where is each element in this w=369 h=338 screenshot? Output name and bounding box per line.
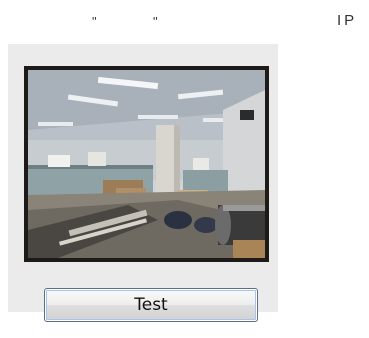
camera-preview-frame xyxy=(24,66,269,262)
camera-preview-image xyxy=(28,70,265,258)
close-quote-text: " xyxy=(153,14,159,29)
open-quote-text: " xyxy=(92,14,98,29)
camera-settings-page: " " IP Test xyxy=(0,0,369,338)
camera-preview-panel: Test xyxy=(8,44,278,322)
test-button[interactable]: Test xyxy=(44,288,258,322)
ip-label: IP xyxy=(337,12,358,29)
